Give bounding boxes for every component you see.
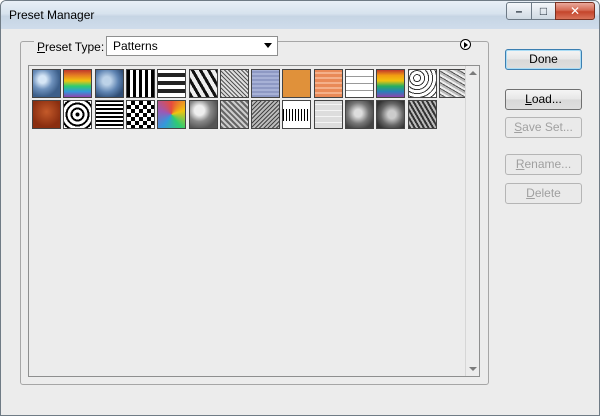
rainbow-pattern-icon[interactable]: [376, 69, 405, 98]
grayscale-blocks-pattern-icon[interactable]: [157, 69, 186, 98]
preset-type-select[interactable]: Patterns: [106, 36, 278, 56]
blue-bubbles-pattern-icon[interactable]: [95, 69, 124, 98]
black-white-stripes-pattern-icon[interactable]: [126, 69, 155, 98]
maximize-icon: □: [539, 4, 548, 18]
delete-button[interactable]: Delete: [505, 183, 582, 204]
zebra-stripes-pattern-icon[interactable]: [189, 69, 218, 98]
gray-noise-pattern-icon[interactable]: [251, 100, 280, 129]
minimize-button[interactable]: –: [506, 2, 532, 20]
maximize-button[interactable]: □: [531, 2, 556, 20]
scroll-up-icon[interactable]: [469, 71, 477, 75]
rainbow-pattern-icon[interactable]: [63, 69, 92, 98]
gray-noise-pattern-icon[interactable]: [220, 69, 249, 98]
denim-blue-pattern-icon[interactable]: [251, 69, 280, 98]
blue-bubbles-pattern-icon[interactable]: [32, 69, 61, 98]
salmon-weave-pattern-icon[interactable]: [314, 69, 343, 98]
gray-clouds-pattern-icon[interactable]: [189, 100, 218, 129]
rename-button[interactable]: Rename...: [505, 154, 582, 175]
save-set-button[interactable]: Save Set...: [505, 117, 582, 138]
gray-clouds-pattern-icon[interactable]: [376, 100, 405, 129]
preset-manager-window: Preset Manager – □ ✕ Preset Type: Patter…: [0, 0, 600, 416]
gray-marble-pattern-icon[interactable]: [439, 69, 468, 98]
gray-noise-pattern-icon[interactable]: [408, 100, 437, 129]
vertical-scrollbar[interactable]: [465, 66, 479, 376]
concentric-squares-pattern-icon[interactable]: [63, 100, 92, 129]
scroll-down-icon[interactable]: [469, 367, 477, 371]
white-brick-pattern-icon[interactable]: [314, 100, 343, 129]
load-button[interactable]: Load...: [505, 89, 582, 110]
close-icon: ✕: [569, 4, 581, 18]
done-button[interactable]: Done: [505, 49, 582, 70]
close-button[interactable]: ✕: [555, 2, 595, 20]
colorful-swirl-pattern-icon[interactable]: [157, 100, 186, 129]
window-title: Preset Manager: [9, 8, 95, 22]
preset-type-label: Preset Type:: [34, 40, 108, 54]
gray-clouds-pattern-icon[interactable]: [345, 100, 374, 129]
black-white-spots-pattern-icon[interactable]: [408, 69, 437, 98]
title-bar[interactable]: Preset Manager – □ ✕: [1, 1, 599, 29]
minimize-icon: –: [515, 4, 523, 18]
dialog-client: Preset Type: Patterns Done Load... Save …: [3, 29, 597, 413]
preset-type-value: Patterns: [113, 39, 158, 53]
flyout-menu-icon[interactable]: [460, 39, 471, 50]
orange-fill-pattern-icon[interactable]: [282, 69, 311, 98]
black-white-lines-pattern-icon[interactable]: [95, 100, 124, 129]
preset-list[interactable]: [28, 65, 480, 377]
checkerboard-pattern-icon[interactable]: [126, 100, 155, 129]
black-dots-strip-pattern-icon[interactable]: [282, 100, 311, 129]
rust-texture-pattern-icon[interactable]: [32, 100, 61, 129]
gray-noise-pattern-icon[interactable]: [220, 100, 249, 129]
chevron-down-icon: [264, 43, 272, 48]
white-grid-pattern-icon[interactable]: [345, 69, 374, 98]
